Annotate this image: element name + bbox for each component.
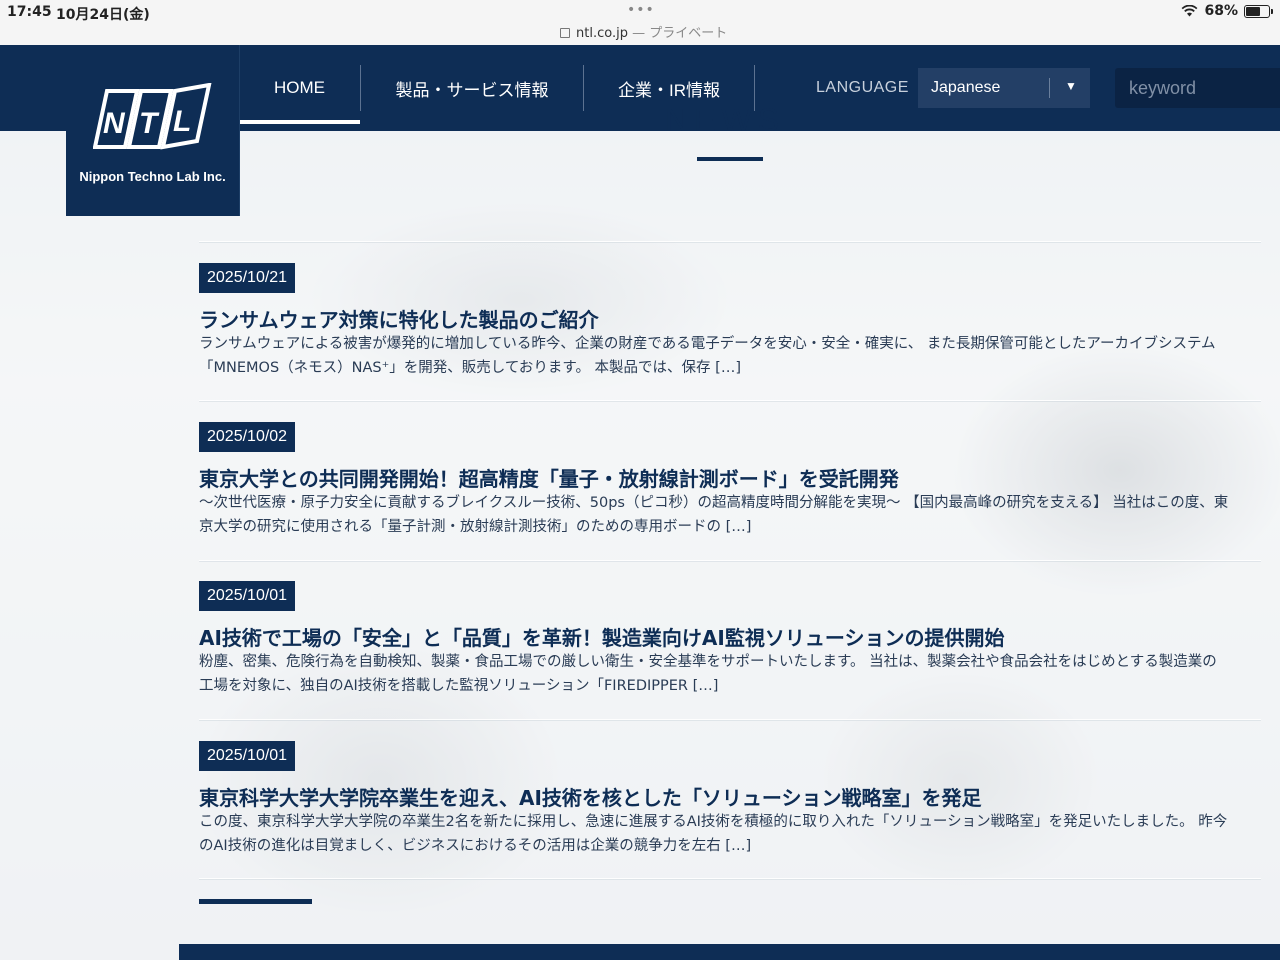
select-divider: [1049, 78, 1050, 98]
status-time: 17:45: [7, 4, 52, 20]
news-date: 2025/10/01: [199, 741, 296, 771]
news-title-link[interactable]: ランサムウェア対策に特化した製品のご紹介: [199, 304, 599, 333]
wifi-icon: [1182, 5, 1198, 17]
language-value: Japanese: [931, 79, 1001, 96]
nav-home-label: HOME: [274, 78, 325, 97]
battery-fill: [1246, 6, 1260, 16]
section-title-wrapper: NEWS: [640, 104, 820, 131]
nav-products-label: 製品・サービス情報: [395, 80, 549, 100]
news-divider: [199, 560, 1261, 561]
news-date: 2025/10/21: [199, 263, 296, 293]
search-box[interactable]: [1115, 68, 1280, 108]
nav-home[interactable]: HOME: [239, 45, 360, 131]
language-label: LANGUAGE: [816, 79, 909, 96]
news-divider: [199, 400, 1261, 401]
ntl-logo-icon: N T L: [93, 83, 212, 150]
footer-band: [179, 944, 1280, 960]
news-divider: [199, 719, 1261, 720]
news-title-link[interactable]: 東京大学との共同開発開始！超高精度「量子・放射線計測ボード」を受託開発: [199, 463, 899, 492]
news-date: 2025/10/02: [199, 422, 296, 452]
news-excerpt: 粉塵、密集、危険行為を自動検知、製薬・食品工場での厳しい衛生・安全基準をサポート…: [199, 654, 1217, 694]
status-bar: 17:45 10月24日(金) ••• ntl.co.jp — プライベート 6…: [0, 0, 1280, 45]
nav-ir-label: 企業・IR情報: [618, 80, 720, 100]
battery-icon: [1244, 4, 1273, 18]
nav-active-underline: [239, 120, 360, 124]
search-input[interactable]: [1127, 77, 1280, 100]
logo-letter-l: L: [173, 105, 191, 138]
logo-letter-t: T: [139, 107, 160, 140]
news-excerpt: 〜次世代医療・原子力安全に貢献するブレイクスルー技術、50ps（ピコ秒）の超高精…: [199, 495, 1229, 535]
address-url: ntl.co.jp: [576, 26, 628, 41]
site-logo[interactable]: N T L Nippon Techno Lab Inc.: [66, 45, 240, 216]
battery-percent: 68%: [1204, 3, 1238, 19]
news-date: 2025/10/01: [199, 581, 296, 611]
nav-products[interactable]: 製品・サービス情報: [361, 45, 583, 131]
chevron-down-icon: ▼: [1065, 79, 1077, 93]
language-select[interactable]: Japanese ▼: [918, 68, 1090, 108]
status-right: 68%: [1181, 3, 1273, 19]
news-excerpt: ランサムウェアによる被害が爆発的に増加している昨今、企業の財産である電子データを…: [199, 336, 1216, 376]
private-label: — プライベート: [632, 26, 728, 41]
status-date: 10月24日(金): [56, 7, 150, 23]
news-divider: [199, 878, 1261, 879]
section-title: NEWS: [665, 104, 785, 131]
address-bar[interactable]: ntl.co.jp — プライベート: [560, 22, 727, 41]
company-name: Nippon Techno Lab Inc.: [79, 169, 226, 184]
title-underline: [697, 157, 763, 161]
news-title-link[interactable]: AI技術で工場の「安全」と「品質」を革新！製造業向けAI監視ソリューションの提供…: [199, 622, 1004, 651]
news-divider: [199, 241, 1261, 242]
section-accent-bar: [199, 899, 312, 904]
multitasking-dots-icon[interactable]: •••: [627, 2, 655, 18]
news-excerpt: この度、東京科学大学大学院の卒業生2名を新たに採用し、急速に進展するAI技術を積…: [199, 814, 1228, 854]
lock-icon: [560, 28, 570, 38]
news-title-link[interactable]: 東京科学大学大学院卒業生を迎え、AI技術を核とした「ソリューション戦略室」を発足: [199, 782, 982, 811]
logo-letter-n: N: [103, 107, 126, 140]
